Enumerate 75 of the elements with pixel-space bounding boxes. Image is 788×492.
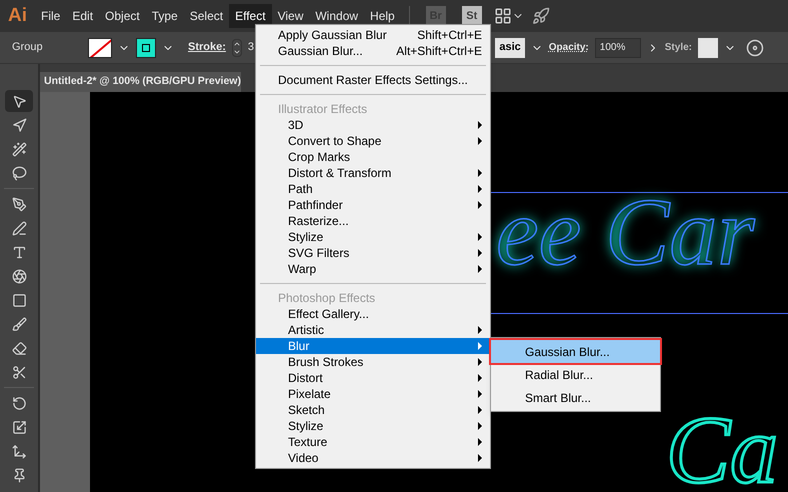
submenu-item[interactable]: Smart Blur...	[491, 386, 660, 409]
menu-item[interactable]: Pixelate	[256, 386, 490, 402]
tool-icon	[12, 396, 26, 410]
menu-item[interactable]: Crop Marks	[256, 149, 490, 165]
stroke-label: Stroke:	[188, 40, 226, 56]
shortcut-label: Alt+Shift+Ctrl+E	[396, 43, 482, 60]
tool-icon	[12, 468, 26, 482]
menu-item[interactable]: Distort	[256, 370, 490, 386]
menu-item[interactable]: Distort & Transform	[256, 165, 490, 181]
stroke-value[interactable]: 3	[248, 39, 258, 56]
menu-item[interactable]: Type	[146, 4, 184, 28]
menu-item[interactable]: Path	[256, 181, 490, 197]
menu-item[interactable]: View	[272, 4, 310, 28]
menu-item[interactable]: Effect	[229, 4, 272, 28]
menu-item[interactable]: Artistic	[256, 322, 490, 338]
tool-icon	[12, 196, 26, 212]
menu-item[interactable]: Convert to Shape	[256, 133, 490, 149]
canvas-text: ee Car	[496, 184, 755, 280]
menu-item[interactable]: Select	[184, 4, 230, 28]
tool-icon	[12, 94, 26, 108]
style-label: Style:	[664, 41, 692, 55]
menu-item[interactable]: File	[35, 4, 66, 28]
menu-item[interactable]: Stylize	[256, 418, 490, 434]
fill-swatch[interactable]	[88, 38, 112, 58]
menu-item[interactable]: Object	[99, 4, 146, 28]
opacity-label: Opacity:	[548, 41, 589, 55]
tool-icon	[12, 340, 26, 356]
menu-item[interactable]: Blur	[256, 338, 490, 354]
menu-item[interactable]: Pathfinder	[256, 197, 490, 213]
menu-item[interactable]: Stylize	[256, 229, 490, 245]
tool-icon	[12, 364, 26, 380]
tool-icon	[12, 244, 26, 260]
menu-item[interactable]: Help	[364, 4, 401, 28]
document-tab[interactable]: Untitled-2* @ 100% (RGB/GPU Preview)	[40, 72, 241, 92]
opacity-field[interactable]: 100%	[594, 38, 641, 58]
tool-icon	[12, 142, 26, 156]
menu-item[interactable]: Window	[309, 4, 364, 28]
menu-item[interactable]: Brush Strokes	[256, 354, 490, 370]
tool-button[interactable]	[5, 90, 33, 112]
rocket-icon[interactable]	[532, 7, 550, 25]
selection-label: Group	[12, 40, 44, 56]
menu-item[interactable]: Video	[256, 450, 490, 466]
menu-item[interactable]: Texture	[256, 434, 490, 450]
workspace-icon[interactable]	[494, 7, 512, 25]
tool-icon	[12, 220, 26, 236]
tool-icon	[12, 268, 26, 284]
menu-section-header: Photoshop Effects	[277, 290, 376, 306]
stroke-stepper[interactable]	[232, 38, 242, 56]
tool-icon	[12, 316, 26, 332]
shortcut-label: Shift+Ctrl+E	[417, 27, 482, 44]
menu-item[interactable]: 3D	[256, 117, 490, 133]
tool-icon	[12, 444, 26, 458]
app-logo: Ai	[8, 4, 27, 28]
menu-item[interactable]: Apply Gaussian Blur Shift+Ctrl+E	[256, 27, 490, 43]
stroke-swatch[interactable]	[136, 38, 156, 58]
menu-item[interactable]: Gaussian Blur... Alt+Shift+Ctrl+E	[256, 43, 490, 59]
blend-field[interactable]: asic	[495, 38, 525, 58]
recolor-icon[interactable]	[746, 38, 764, 56]
tool-icon	[12, 292, 26, 308]
submenu-item[interactable]: Gaussian Blur...	[491, 340, 660, 363]
menu-item[interactable]: Effect Gallery...	[256, 306, 490, 322]
canvas-text: Ca	[666, 402, 778, 492]
tool-icon	[12, 166, 26, 180]
menu-item[interactable]: SVG Filters	[256, 245, 490, 261]
menu-item[interactable]: Sketch	[256, 402, 490, 418]
menu-item[interactable]: Document Raster Effects Settings...	[256, 72, 490, 88]
menu-item[interactable]: Rasterize...	[256, 213, 490, 229]
tool-icon	[12, 118, 26, 132]
menu-section-header: Illustrator Effects	[277, 101, 368, 117]
submenu-item[interactable]: Radial Blur...	[491, 363, 660, 386]
menu-item[interactable]: Warp	[256, 261, 490, 277]
menu-item[interactable]: Edit	[66, 4, 100, 28]
style-swatch[interactable]	[698, 38, 718, 58]
app-badge[interactable]: St	[462, 6, 482, 26]
tool-icon	[12, 420, 26, 434]
